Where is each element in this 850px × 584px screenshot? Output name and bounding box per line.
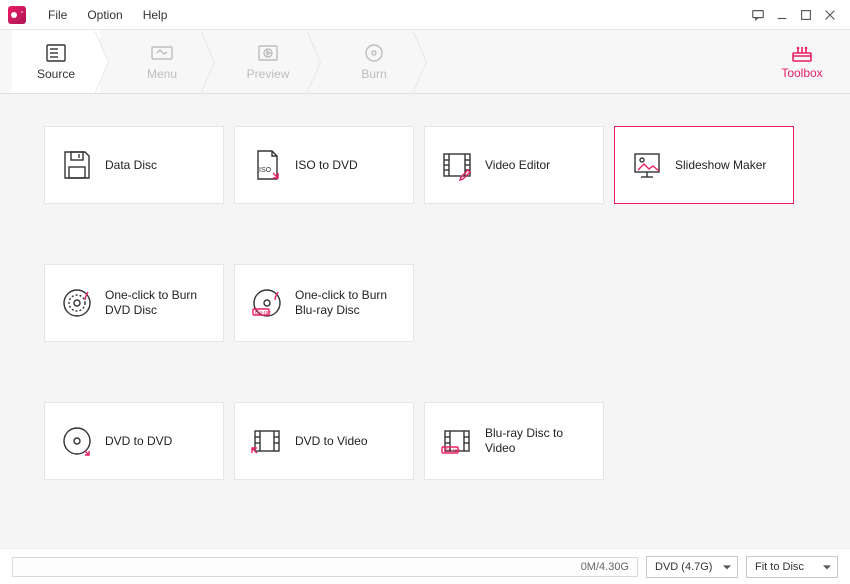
card-label: DVD to Video <box>295 434 368 449</box>
disc-burn-icon <box>59 285 95 321</box>
svg-text:Blu-ray: Blu-ray <box>444 448 460 454</box>
menu-icon <box>150 43 174 63</box>
source-icon <box>44 43 68 63</box>
close-button[interactable] <box>818 3 842 27</box>
card-slideshow-maker[interactable]: Slideshow Maker <box>614 126 794 204</box>
titlebar: File Option Help <box>0 0 850 30</box>
card-label: DVD to DVD <box>105 434 172 449</box>
fit-mode-select[interactable]: Fit to Disc <box>746 556 838 578</box>
card-label: Video Editor <box>485 158 550 173</box>
disc-copy-icon <box>59 423 95 459</box>
card-label: Slideshow Maker <box>675 158 766 173</box>
capacity-text: 0M/4.30G <box>581 561 629 573</box>
card-oneclick-burn-bluray[interactable]: Blu-ray One-click to Burn Blu-ray Disc <box>234 264 414 342</box>
tab-preview[interactable]: Preview <box>224 30 312 93</box>
menu-option[interactable]: Option <box>77 4 132 26</box>
status-bar: 0M/4.30G DVD (4.7G) Fit to Disc <box>0 548 850 584</box>
card-label: One-click to Burn Blu-ray Disc <box>295 288 403 318</box>
bluray-burn-icon: Blu-ray <box>249 285 285 321</box>
preview-icon <box>256 43 280 63</box>
card-iso-to-dvd[interactable]: ISO ISO to DVD <box>234 126 414 204</box>
card-label: ISO to DVD <box>295 158 358 173</box>
card-video-editor[interactable]: Video Editor <box>424 126 604 204</box>
capacity-bar: 0M/4.30G <box>12 557 638 577</box>
menu-help[interactable]: Help <box>133 4 178 26</box>
tab-label: Source <box>37 67 75 81</box>
disc-type-select[interactable]: DVD (4.7G) <box>646 556 738 578</box>
film-export-icon <box>249 423 285 459</box>
tab-toolbox[interactable]: Toolbox <box>766 30 838 93</box>
toolbox-content: Data Disc ISO ISO to DVD Video Editor Sl… <box>0 94 850 548</box>
tab-menu[interactable]: Menu <box>118 30 206 93</box>
film-edit-icon <box>439 147 475 183</box>
card-label: Blu-ray Disc to Video <box>485 426 593 456</box>
tab-source[interactable]: Source <box>12 30 100 93</box>
disc-type-value: DVD (4.7G) <box>655 561 712 573</box>
bluray-export-icon: Blu-ray <box>439 423 475 459</box>
card-bluray-to-video[interactable]: Blu-ray Blu-ray Disc to Video <box>424 402 604 480</box>
floppy-icon <box>59 147 95 183</box>
maximize-button[interactable] <box>794 3 818 27</box>
card-oneclick-burn-dvd[interactable]: One-click to Burn DVD Disc <box>44 264 224 342</box>
svg-text:Blu-ray: Blu-ray <box>255 310 271 316</box>
card-data-disc[interactable]: Data Disc <box>44 126 224 204</box>
slideshow-icon <box>629 147 665 183</box>
svg-text:ISO: ISO <box>259 167 272 174</box>
tab-label: Toolbox <box>781 66 822 80</box>
card-label: One-click to Burn DVD Disc <box>105 288 213 318</box>
burn-icon <box>362 43 386 63</box>
card-label: Data Disc <box>105 158 157 173</box>
workflow-tabs: Source Menu Preview Burn Toolbox <box>0 30 850 94</box>
menu-file[interactable]: File <box>38 4 77 26</box>
feedback-icon[interactable] <box>746 3 770 27</box>
minimize-button[interactable] <box>770 3 794 27</box>
iso-icon: ISO <box>249 147 285 183</box>
tab-burn[interactable]: Burn <box>330 30 418 93</box>
tab-label: Menu <box>147 67 177 81</box>
card-dvd-to-video[interactable]: DVD to Video <box>234 402 414 480</box>
fit-mode-value: Fit to Disc <box>755 561 804 573</box>
toolbox-icon <box>789 43 815 63</box>
card-dvd-to-dvd[interactable]: DVD to DVD <box>44 402 224 480</box>
app-logo <box>8 6 26 24</box>
tab-label: Preview <box>247 67 290 81</box>
tab-label: Burn <box>361 67 386 81</box>
